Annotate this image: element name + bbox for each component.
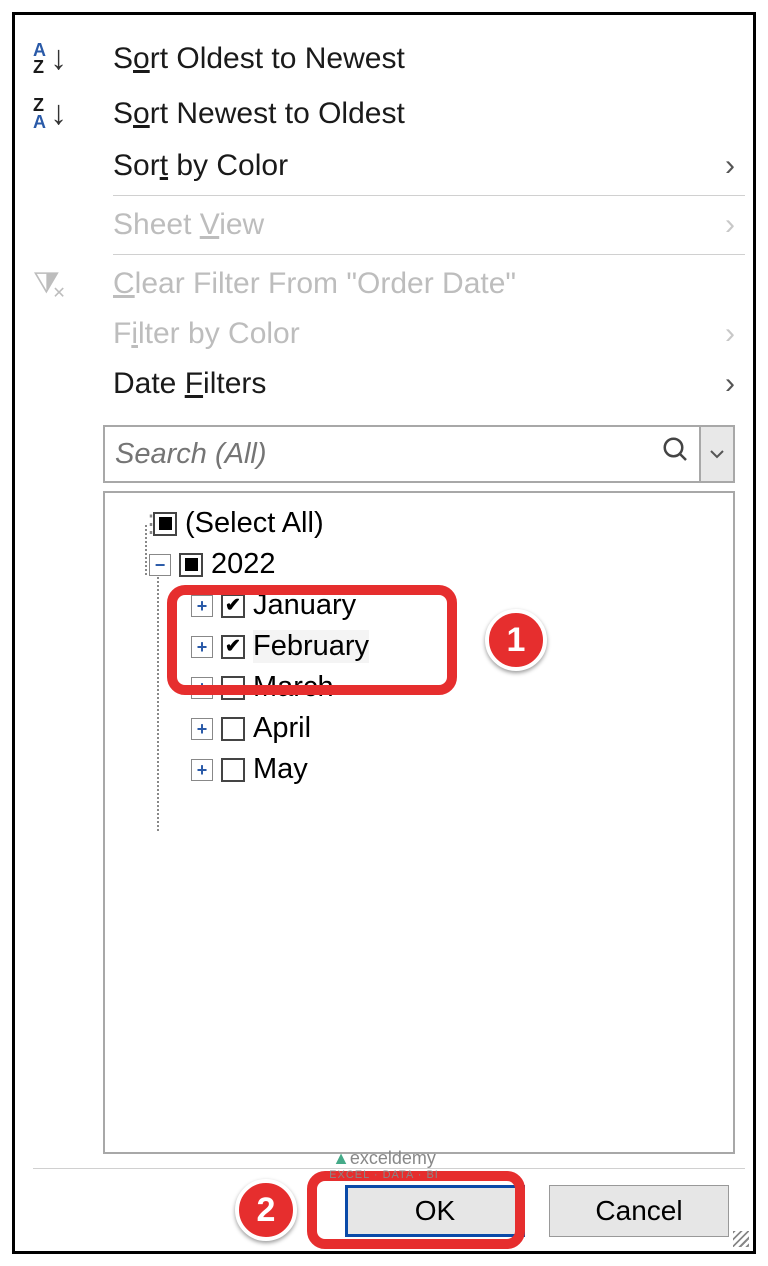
sort-az-icon: AZ ↓: [33, 39, 93, 78]
date-filters[interactable]: Date Filters ›: [23, 359, 745, 409]
divider: [113, 254, 745, 255]
sort-by-color[interactable]: Sort by Color ›: [23, 141, 745, 191]
tree-month-march[interactable]: + March: [111, 667, 727, 708]
sort-newest-oldest[interactable]: ZA ↓ Sort Newest to Oldest: [23, 86, 745, 141]
tree-label: January: [253, 589, 356, 622]
filter-by-color: Filter by Color ›: [23, 309, 745, 359]
expand-icon[interactable]: +: [191, 595, 213, 617]
chevron-right-icon: ›: [725, 208, 735, 242]
search-box: [103, 425, 735, 483]
tree-month-february[interactable]: + February: [111, 626, 727, 667]
clear-filter-label: Clear Filter From "Order Date": [113, 267, 735, 301]
filter-color-label: Filter by Color: [113, 317, 705, 351]
tree-month-january[interactable]: + January: [111, 585, 727, 626]
tree-label: March: [253, 671, 334, 704]
checkbox-partial[interactable]: [179, 553, 203, 577]
checkbox-partial[interactable]: [153, 512, 177, 536]
clear-filter: ⧩ Clear Filter From "Order Date": [23, 259, 745, 309]
checkbox-checked[interactable]: [221, 594, 245, 618]
sort-za-icon: ZA ↓: [33, 94, 93, 133]
search-icon: [653, 435, 699, 473]
checkbox-unchecked[interactable]: [221, 717, 245, 741]
sort-desc-label: Sort Newest to Oldest: [113, 97, 735, 131]
resize-grip[interactable]: [733, 1231, 749, 1247]
chevron-right-icon: ›: [725, 367, 735, 401]
tree-label: April: [253, 712, 311, 745]
search-input[interactable]: [105, 438, 653, 471]
divider: [113, 195, 745, 196]
sort-asc-label: Sort Oldest to Newest: [113, 42, 735, 76]
dialog-buttons: OK Cancel 2: [23, 1173, 745, 1243]
checkbox-checked[interactable]: [221, 635, 245, 659]
sheet-view: Sheet View ›: [23, 200, 745, 250]
tree-label: February: [253, 630, 369, 663]
tree-month-april[interactable]: + April: [111, 708, 727, 749]
expand-icon[interactable]: +: [191, 718, 213, 740]
tree-year-2022[interactable]: − 2022: [111, 544, 727, 585]
sort-color-label: Sort by Color: [113, 149, 705, 183]
sheet-view-label: Sheet View: [113, 208, 705, 242]
tree-label: (Select All): [185, 507, 324, 540]
watermark: ▲exceldemy EXCEL · DATA · BI: [329, 1148, 439, 1181]
funnel-clear-icon: ⧩: [33, 267, 93, 301]
cancel-button[interactable]: Cancel: [549, 1185, 729, 1237]
chevron-right-icon: ›: [725, 317, 735, 351]
sort-oldest-newest[interactable]: AZ ↓ Sort Oldest to Newest: [23, 31, 745, 86]
expand-icon[interactable]: +: [191, 636, 213, 658]
date-filters-label: Date Filters: [113, 367, 705, 401]
checkbox-unchecked[interactable]: [221, 676, 245, 700]
tree-label: May: [253, 753, 308, 786]
tree-month-may[interactable]: + May: [111, 749, 727, 790]
filter-dropdown-panel: AZ ↓ Sort Oldest to Newest ZA ↓ Sort New…: [12, 12, 756, 1254]
expand-icon[interactable]: +: [191, 759, 213, 781]
ok-button[interactable]: OK: [345, 1185, 525, 1237]
filter-tree: (Select All) − 2022 + January + February…: [103, 491, 735, 1154]
search-dropdown[interactable]: [699, 427, 733, 481]
collapse-icon[interactable]: −: [149, 554, 171, 576]
tree-label: 2022: [211, 548, 276, 581]
chevron-right-icon: ›: [725, 149, 735, 183]
expand-icon[interactable]: +: [191, 677, 213, 699]
tree-select-all[interactable]: (Select All): [111, 503, 727, 544]
checkbox-unchecked[interactable]: [221, 758, 245, 782]
annotation-badge-2: 2: [235, 1179, 297, 1241]
